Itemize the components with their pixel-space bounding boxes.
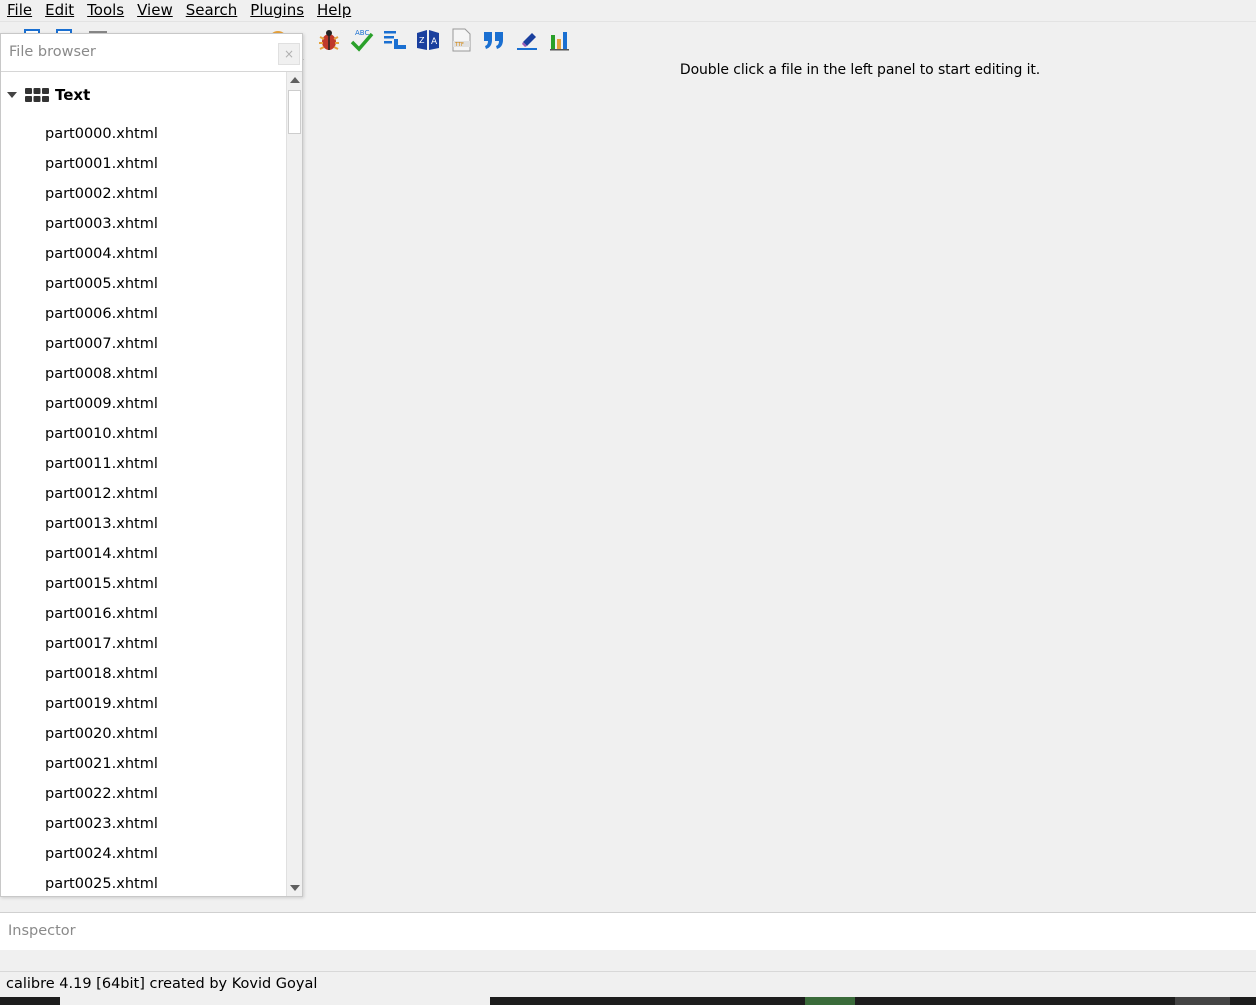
file-list-item[interactable]: part0024.xhtml <box>1 839 286 869</box>
file-list-item[interactable]: part0000.xhtml <box>1 119 286 149</box>
charts-icon[interactable] <box>546 26 574 54</box>
table-of-contents-icon[interactable] <box>381 26 409 54</box>
close-icon[interactable]: × <box>278 43 300 65</box>
menu-edit[interactable]: Edit <box>38 1 80 19</box>
file-list-item[interactable]: part0018.xhtml <box>1 659 286 689</box>
inspector-panel: Inspector <box>0 912 1256 951</box>
file-list-item[interactable]: part0009.xhtml <box>1 389 286 419</box>
menu-edit-label: Edit <box>45 1 75 19</box>
menu-plugins[interactable]: Plugins <box>243 1 310 19</box>
svg-text:A: A <box>431 37 438 47</box>
file-list-item[interactable]: part0011.xhtml <box>1 449 286 479</box>
file-browser-panel: File browser × Text part0000.xhtml part00… <box>0 33 303 897</box>
taskbar-segment <box>60 997 490 1005</box>
text-files-icon <box>25 88 49 102</box>
menu-view-label: View <box>137 1 173 19</box>
tree-category-label: Text <box>55 86 91 104</box>
status-text: calibre 4.19 [64bit] created by Kovid Go… <box>6 976 318 992</box>
file-list-item[interactable]: part0012.xhtml <box>1 479 286 509</box>
menu-file[interactable]: File <box>0 1 38 19</box>
remove-styles-icon[interactable] <box>513 26 541 54</box>
embedded-fonts-icon[interactable]: TTF <box>447 26 475 54</box>
menu-help-label: Help <box>317 1 352 19</box>
file-list-item[interactable]: part0014.xhtml <box>1 539 286 569</box>
menu-bar: File Edit Tools View Search Plugins Help <box>0 0 1256 20</box>
inspector-content <box>0 950 1256 972</box>
menu-file-label: File <box>7 1 33 19</box>
file-tree: Text part0000.xhtml part0001.xhtml part000… <box>1 72 286 896</box>
file-list-item[interactable]: part0013.xhtml <box>1 509 286 539</box>
file-list-item[interactable]: part0025.xhtml <box>1 869 286 896</box>
file-list-item[interactable]: part0003.xhtml <box>1 209 286 239</box>
menu-help[interactable]: Help <box>310 1 357 19</box>
os-taskbar <box>0 997 1256 1005</box>
inspector-title: Inspector <box>8 923 76 939</box>
file-list-item[interactable]: part0005.xhtml <box>1 269 286 299</box>
scroll-down-icon[interactable] <box>290 885 300 891</box>
status-bar: calibre 4.19 [64bit] created by Kovid Go… <box>0 973 1256 997</box>
menu-view[interactable]: View <box>130 1 179 19</box>
file-browser-title: File browser <box>9 44 96 60</box>
svg-text:Z: Z <box>419 36 425 45</box>
smarten-quotes-icon[interactable] <box>480 26 508 54</box>
file-list-item[interactable]: part0006.xhtml <box>1 299 286 329</box>
menu-tools-label: Tools <box>87 1 125 19</box>
file-list-item[interactable]: part0015.xhtml <box>1 569 286 599</box>
file-list-item[interactable]: part0023.xhtml <box>1 809 286 839</box>
file-list-item[interactable]: part0021.xhtml <box>1 749 286 779</box>
file-list: part0000.xhtml part0001.xhtml part0002.xht… <box>1 119 286 896</box>
file-list-item[interactable]: part0022.xhtml <box>1 779 286 809</box>
menu-search[interactable]: Search <box>179 1 244 19</box>
file-list-item[interactable]: part0019.xhtml <box>1 689 286 719</box>
file-list-item[interactable]: part0008.xhtml <box>1 359 286 389</box>
file-list-item[interactable]: part0020.xhtml <box>1 719 286 749</box>
editor-area[interactable]: Double click a file in the left panel to… <box>304 59 1256 911</box>
scrollbar-thumb[interactable] <box>288 90 301 134</box>
file-list-item[interactable]: part0002.xhtml <box>1 179 286 209</box>
spellcheck-icon[interactable]: ABC <box>348 26 376 54</box>
file-list-item[interactable]: part0007.xhtml <box>1 329 286 359</box>
file-list-item[interactable]: part0001.xhtml <box>1 149 286 179</box>
check-book-icon[interactable] <box>315 26 343 54</box>
editor-empty-message: Double click a file in the left panel to… <box>679 62 1041 78</box>
reports-icon[interactable]: Z A <box>414 26 442 54</box>
tree-category-text[interactable]: Text <box>1 82 286 108</box>
scroll-up-icon[interactable] <box>290 77 300 83</box>
file-list-item[interactable]: part0016.xhtml <box>1 599 286 629</box>
taskbar-segment <box>1175 997 1230 1005</box>
file-browser-scrollbar[interactable] <box>286 72 302 896</box>
svg-text:TTF: TTF <box>454 42 464 48</box>
menu-search-label: Search <box>185 1 238 19</box>
file-browser-titlebar[interactable]: File browser × <box>1 34 302 72</box>
file-list-item[interactable]: part0010.xhtml <box>1 419 286 449</box>
file-list-item[interactable]: part0004.xhtml <box>1 239 286 269</box>
file-list-item[interactable]: part0017.xhtml <box>1 629 286 659</box>
expand-caret-icon[interactable] <box>7 92 17 98</box>
taskbar-segment <box>805 997 855 1005</box>
menu-plugins-label: Plugins <box>250 1 305 19</box>
svg-text:ABC: ABC <box>355 29 369 37</box>
menu-tools[interactable]: Tools <box>80 1 130 19</box>
